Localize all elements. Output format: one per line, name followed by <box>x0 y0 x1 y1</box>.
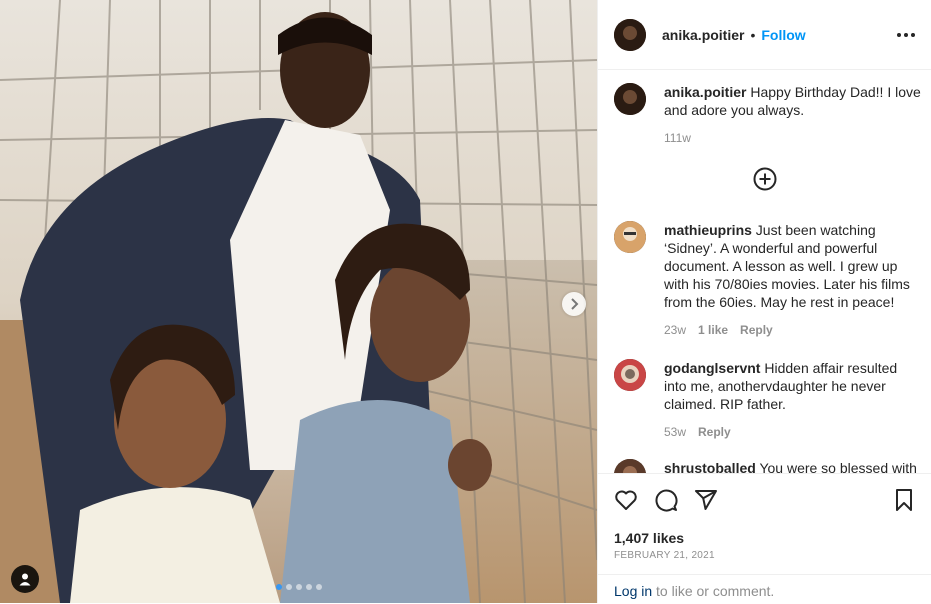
carousel-dot <box>286 584 292 590</box>
comment-likes[interactable]: 1 like <box>698 323 728 337</box>
comment-item: godanglservnt Hidden affair resulted int… <box>614 359 922 439</box>
comments-list[interactable]: anika.poitier Happy Birthday Dad!! I lov… <box>598 71 931 473</box>
photo-image <box>0 0 597 603</box>
paper-plane-icon[interactable] <box>694 488 718 512</box>
comment-username[interactable]: godanglservnt <box>664 360 760 376</box>
comment-item: mathieuprins Just been watching ‘Sidney’… <box>614 221 922 337</box>
comment-username[interactable]: shrustoballed <box>664 460 756 473</box>
action-icons <box>614 488 916 514</box>
avatar[interactable] <box>614 18 646 51</box>
chevron-right-icon <box>571 298 579 310</box>
comment-age[interactable]: 53w <box>664 425 686 439</box>
reply-button[interactable]: Reply <box>698 425 731 439</box>
more-options-icon[interactable] <box>897 32 915 37</box>
caption-username[interactable]: anika.poitier <box>664 84 746 100</box>
plus-circle-icon[interactable] <box>753 167 777 191</box>
login-prompt: Log in to like or comment. <box>598 574 931 604</box>
heart-icon[interactable] <box>614 488 638 512</box>
post-photo[interactable] <box>0 0 597 603</box>
user-tag-icon <box>19 573 31 586</box>
like-count[interactable]: 1,407 likes <box>614 530 684 546</box>
post-actions: 1,407 likes FEBRUARY 21, 2021 Log in to … <box>598 473 931 603</box>
login-link[interactable]: Log in <box>614 583 652 599</box>
comment-item: shrustoballed You were so blessed with <box>614 459 922 473</box>
avatar[interactable] <box>614 221 646 253</box>
post-header: anika.poitier • Follow <box>598 0 931 70</box>
comment-username[interactable]: mathieuprins <box>664 222 752 238</box>
follow-button[interactable]: Follow <box>761 27 805 43</box>
carousel-dot <box>306 584 312 590</box>
comment-icon[interactable] <box>654 488 678 512</box>
carousel-indicator <box>276 584 322 590</box>
tagged-users-button[interactable] <box>11 565 39 593</box>
post-username[interactable]: anika.poitier <box>662 27 744 43</box>
next-photo-button[interactable] <box>562 292 586 316</box>
caption-age[interactable]: 111w <box>664 131 691 145</box>
carousel-dot <box>316 584 322 590</box>
login-prompt-text: to like or comment. <box>652 583 775 599</box>
comment-age[interactable]: 23w <box>664 323 686 337</box>
comment-text: You were so blessed with <box>759 460 917 473</box>
bookmark-icon[interactable] <box>892 488 916 512</box>
avatar[interactable] <box>614 359 646 391</box>
reply-button[interactable]: Reply <box>740 323 773 337</box>
avatar[interactable] <box>614 459 646 473</box>
separator-dot: • <box>750 26 756 43</box>
post-side-panel: anika.poitier • Follow anika.poitier Hap… <box>597 0 931 603</box>
post-date: FEBRUARY 21, 2021 <box>614 550 715 561</box>
carousel-dot <box>276 584 282 590</box>
caption-item: anika.poitier Happy Birthday Dad!! I lov… <box>614 83 922 145</box>
carousel-dot <box>296 584 302 590</box>
avatar[interactable] <box>614 83 646 115</box>
